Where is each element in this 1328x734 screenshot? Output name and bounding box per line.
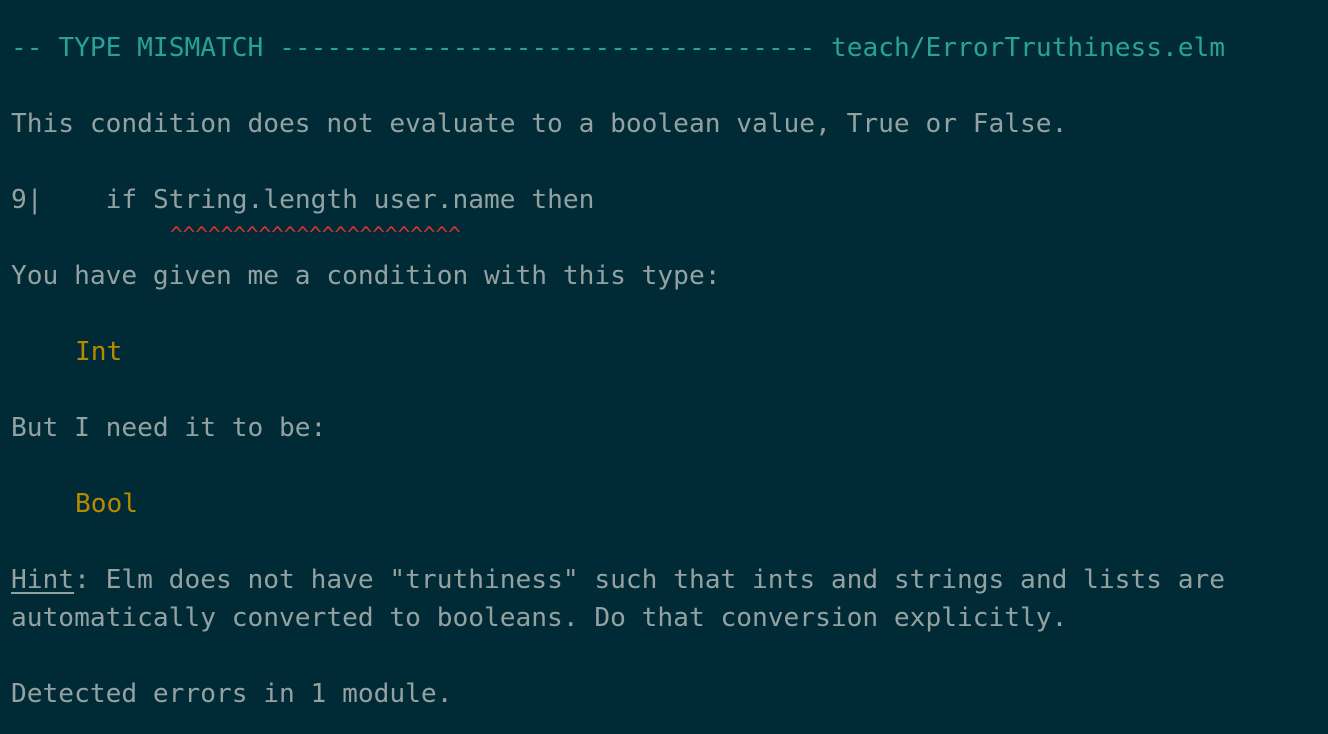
code-keyword: if [105,185,138,215]
error-title: TYPE MISMATCH [58,33,264,63]
error-marker-carets: ^^^^^^^^^^^^^^^^^^^^^^^ [170,223,461,247]
header-dashes-right: ---------------------------------- [279,33,816,63]
error-marker: ^^^^^^^^^^^^^^^^^^^^^^^ [170,221,461,247]
error-file-path: teach/ErrorTruthiness.elm [830,33,1226,63]
hint-line-2: automatically converted to booleans. Do … [11,603,1068,633]
error-header: -- TYPE MISMATCH -----------------------… [11,29,1225,67]
hint-text-1: : Elm does not have "truthiness" such th… [74,565,1226,595]
terminal-window: -- TYPE MISMATCH -----------------------… [0,0,1328,734]
given-type-text: You have given me a condition with this … [11,261,721,291]
error-summary: Detected errors in 1 module. [11,679,453,709]
code-expression: String.length user.name [152,185,516,215]
needed-type-text: But I need it to be: [11,413,327,443]
hint-label: Hint [11,565,75,595]
code-line: 9| if String.length user.name then [11,181,594,219]
code-then-keyword: then [531,185,595,215]
header-dashes-left: -- [11,33,43,63]
hint-line-1: Hint: Elm does not have "truthiness" suc… [11,561,1225,599]
line-number: 9| [11,185,43,215]
given-type-value: Int [75,337,123,367]
needed-type-value: Bool [75,489,139,519]
error-message: This condition does not evaluate to a bo… [11,109,1068,139]
